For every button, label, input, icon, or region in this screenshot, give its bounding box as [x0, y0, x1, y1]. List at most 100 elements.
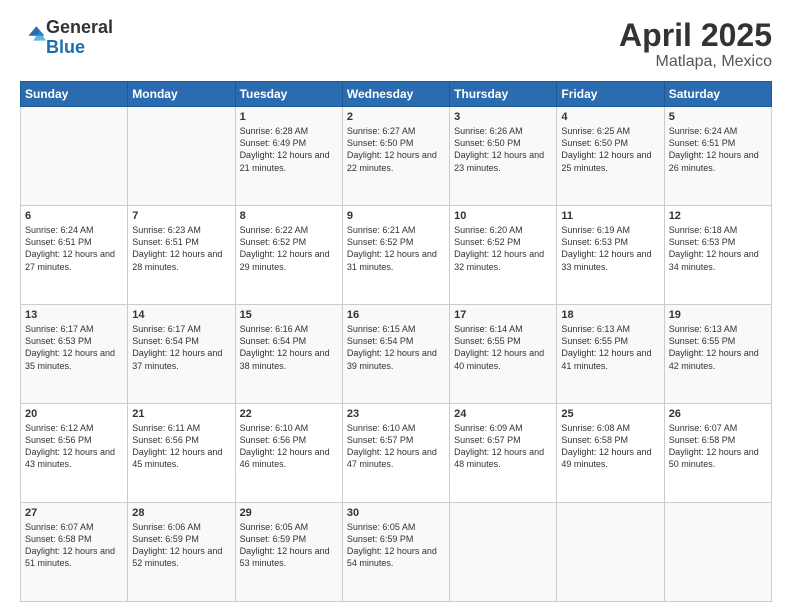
- calendar-cell: 20Sunrise: 6:12 AMSunset: 6:56 PMDayligh…: [21, 404, 128, 503]
- day-info: Sunrise: 6:21 AMSunset: 6:52 PMDaylight:…: [347, 224, 445, 273]
- day-info: Sunrise: 6:24 AMSunset: 6:51 PMDaylight:…: [669, 125, 767, 174]
- day-info: Sunrise: 6:07 AMSunset: 6:58 PMDaylight:…: [25, 521, 123, 570]
- col-monday: Monday: [128, 82, 235, 107]
- day-number: 26: [669, 408, 767, 420]
- calendar-cell: 24 Sunrise: 6:09 AMSunset: 6:57 PMDayligh…: [450, 404, 557, 503]
- day-number: 12: [669, 210, 767, 222]
- calendar-cell: 9 Sunrise: 6:21 AMSunset: 6:52 PMDaylight…: [342, 206, 449, 305]
- calendar-cell: [557, 503, 664, 602]
- day-number: 21: [132, 408, 230, 420]
- calendar-cell: 25 Sunrise: 6:08 AMSunset: 6:58 PMDayligh…: [557, 404, 664, 503]
- day-info: Sunrise: 6:23 AMSunset: 6:51 PMDaylight:…: [132, 224, 230, 273]
- day-info: Sunrise: 6:07 AMSunset: 6:58 PMDaylight:…: [669, 422, 767, 471]
- day-number: 4: [561, 111, 659, 123]
- day-header-row: Sunday Monday Tuesday Wednesday Thursday…: [21, 82, 772, 107]
- day-info: Sunrise: 6:05 AMSunset: 6:59 PMDaylight:…: [240, 521, 338, 570]
- calendar-location: Matlapa, Mexico: [619, 53, 772, 71]
- day-info: Sunrise: 6:27 AMSunset: 6:50 PMDaylight:…: [347, 125, 445, 174]
- calendar-cell: 28Sunrise: 6:06 AMSunset: 6:59 PMDayligh…: [128, 503, 235, 602]
- calendar-cell: 26 Sunrise: 6:07 AMSunset: 6:58 PMDayligh…: [664, 404, 771, 503]
- day-number: 18: [561, 309, 659, 321]
- calendar-cell: [450, 503, 557, 602]
- day-number: 27: [25, 507, 123, 519]
- calendar-cell: 21 Sunrise: 6:11 AMSunset: 6:56 PMDayligh…: [128, 404, 235, 503]
- day-number: 20: [25, 408, 123, 420]
- day-info: Sunrise: 6:05 AMSunset: 6:59 PMDaylight:…: [347, 521, 445, 570]
- calendar-cell: 6Sunrise: 6:24 AMSunset: 6:51 PMDaylight…: [21, 206, 128, 305]
- day-info: Sunrise: 6:26 AMSunset: 6:50 PMDaylight:…: [454, 125, 552, 174]
- day-info: Sunrise: 6:09 AMSunset: 6:57 PMDaylight:…: [454, 422, 552, 471]
- day-info: Sunrise: 6:13 AMSunset: 6:55 PMDaylight:…: [669, 323, 767, 372]
- day-info: Sunrise: 6:10 AMSunset: 6:57 PMDaylight:…: [347, 422, 445, 471]
- calendar-cell: 27 Sunrise: 6:07 AMSunset: 6:58 PMDayligh…: [21, 503, 128, 602]
- logo-blue-text: Blue: [46, 37, 85, 57]
- day-info: Sunrise: 6:28 AMSunset: 6:49 PMDaylight:…: [240, 125, 338, 174]
- day-number: 1: [240, 111, 338, 123]
- calendar-cell: 13 Sunrise: 6:17 AMSunset: 6:53 PMDayligh…: [21, 305, 128, 404]
- day-info: Sunrise: 6:10 AMSunset: 6:56 PMDaylight:…: [240, 422, 338, 471]
- day-number: 13: [25, 309, 123, 321]
- day-number: 9: [347, 210, 445, 222]
- day-info: Sunrise: 6:25 AMSunset: 6:50 PMDaylight:…: [561, 125, 659, 174]
- day-info: Sunrise: 6:11 AMSunset: 6:56 PMDaylight:…: [132, 422, 230, 471]
- calendar-cell: 12 Sunrise: 6:18 AMSunset: 6:53 PMDayligh…: [664, 206, 771, 305]
- day-number: 5: [669, 111, 767, 123]
- col-friday: Friday: [557, 82, 664, 107]
- day-number: 15: [240, 309, 338, 321]
- calendar-week-4: 20Sunrise: 6:12 AMSunset: 6:56 PMDayligh…: [21, 404, 772, 503]
- calendar-cell: 3 Sunrise: 6:26 AMSunset: 6:50 PMDaylight…: [450, 107, 557, 206]
- title-block: April 2025 Matlapa, Mexico: [619, 18, 772, 71]
- col-sunday: Sunday: [21, 82, 128, 107]
- day-number: 14: [132, 309, 230, 321]
- day-number: 22: [240, 408, 338, 420]
- day-number: 29: [240, 507, 338, 519]
- day-info: Sunrise: 6:06 AMSunset: 6:59 PMDaylight:…: [132, 521, 230, 570]
- calendar-cell: 4 Sunrise: 6:25 AMSunset: 6:50 PMDaylight…: [557, 107, 664, 206]
- col-thursday: Thursday: [450, 82, 557, 107]
- calendar-week-1: 1 Sunrise: 6:28 AMSunset: 6:49 PMDaylight…: [21, 107, 772, 206]
- calendar-cell: 18 Sunrise: 6:13 AMSunset: 6:55 PMDayligh…: [557, 305, 664, 404]
- day-number: 8: [240, 210, 338, 222]
- day-number: 17: [454, 309, 552, 321]
- day-info: Sunrise: 6:19 AMSunset: 6:53 PMDaylight:…: [561, 224, 659, 273]
- col-saturday: Saturday: [664, 82, 771, 107]
- calendar-cell: [664, 503, 771, 602]
- calendar-cell: 14 Sunrise: 6:17 AMSunset: 6:54 PMDayligh…: [128, 305, 235, 404]
- calendar-cell: 8 Sunrise: 6:22 AMSunset: 6:52 PMDaylight…: [235, 206, 342, 305]
- day-number: 2: [347, 111, 445, 123]
- day-info: Sunrise: 6:17 AMSunset: 6:54 PMDaylight:…: [132, 323, 230, 372]
- calendar-title: April 2025: [619, 18, 772, 53]
- day-number: 6: [25, 210, 123, 222]
- day-info: Sunrise: 6:22 AMSunset: 6:52 PMDaylight:…: [240, 224, 338, 273]
- day-number: 16: [347, 309, 445, 321]
- day-number: 25: [561, 408, 659, 420]
- day-number: 7: [132, 210, 230, 222]
- day-number: 23: [347, 408, 445, 420]
- calendar-cell: 29 Sunrise: 6:05 AMSunset: 6:59 PMDayligh…: [235, 503, 342, 602]
- calendar-table: Sunday Monday Tuesday Wednesday Thursday…: [20, 81, 772, 602]
- day-info: Sunrise: 6:18 AMSunset: 6:53 PMDaylight:…: [669, 224, 767, 273]
- col-tuesday: Tuesday: [235, 82, 342, 107]
- header: General Blue April 2025 Matlapa, Mexico: [20, 18, 772, 71]
- calendar-cell: 7 Sunrise: 6:23 AMSunset: 6:51 PMDaylight…: [128, 206, 235, 305]
- logo: General Blue: [20, 18, 113, 58]
- calendar-cell: 15 Sunrise: 6:16 AMSunset: 6:54 PMDayligh…: [235, 305, 342, 404]
- calendar-cell: 30Sunrise: 6:05 AMSunset: 6:59 PMDayligh…: [342, 503, 449, 602]
- day-info: Sunrise: 6:14 AMSunset: 6:55 PMDaylight:…: [454, 323, 552, 372]
- day-number: 24: [454, 408, 552, 420]
- day-info: Sunrise: 6:13 AMSunset: 6:55 PMDaylight:…: [561, 323, 659, 372]
- calendar-cell: 22 Sunrise: 6:10 AMSunset: 6:56 PMDayligh…: [235, 404, 342, 503]
- day-info: Sunrise: 6:08 AMSunset: 6:58 PMDaylight:…: [561, 422, 659, 471]
- day-info: Sunrise: 6:20 AMSunset: 6:52 PMDaylight:…: [454, 224, 552, 273]
- calendar-cell: 11 Sunrise: 6:19 AMSunset: 6:53 PMDayligh…: [557, 206, 664, 305]
- logo-general-text: General: [46, 17, 113, 37]
- calendar-week-2: 6Sunrise: 6:24 AMSunset: 6:51 PMDaylight…: [21, 206, 772, 305]
- calendar-cell: [128, 107, 235, 206]
- day-info: Sunrise: 6:16 AMSunset: 6:54 PMDaylight:…: [240, 323, 338, 372]
- day-number: 11: [561, 210, 659, 222]
- calendar-cell: 23 Sunrise: 6:10 AMSunset: 6:57 PMDayligh…: [342, 404, 449, 503]
- calendar-cell: 16Sunrise: 6:15 AMSunset: 6:54 PMDayligh…: [342, 305, 449, 404]
- day-number: 3: [454, 111, 552, 123]
- calendar-week-3: 13 Sunrise: 6:17 AMSunset: 6:53 PMDayligh…: [21, 305, 772, 404]
- day-info: Sunrise: 6:17 AMSunset: 6:53 PMDaylight:…: [25, 323, 123, 372]
